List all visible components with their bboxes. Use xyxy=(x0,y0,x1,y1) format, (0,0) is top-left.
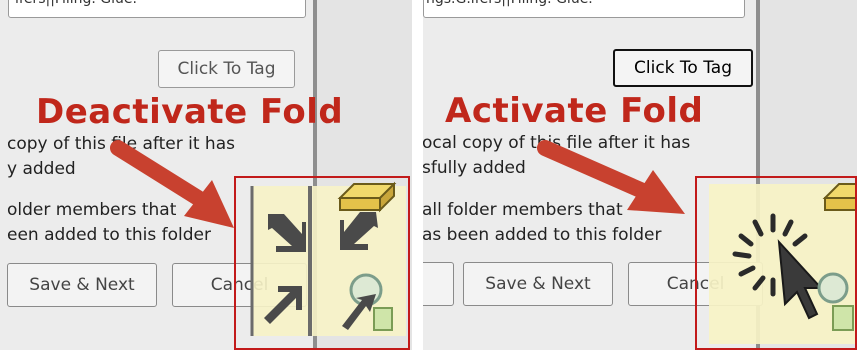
left-screenshot-panel: ifers||Filing. Glue. Click To Tag Deacti… xyxy=(0,0,412,350)
right-screenshot-panel: ngs.G.ifers||Filing. Glue. Click To Tag … xyxy=(423,0,857,350)
highlight-box xyxy=(234,176,410,350)
highlight-box xyxy=(695,176,857,350)
